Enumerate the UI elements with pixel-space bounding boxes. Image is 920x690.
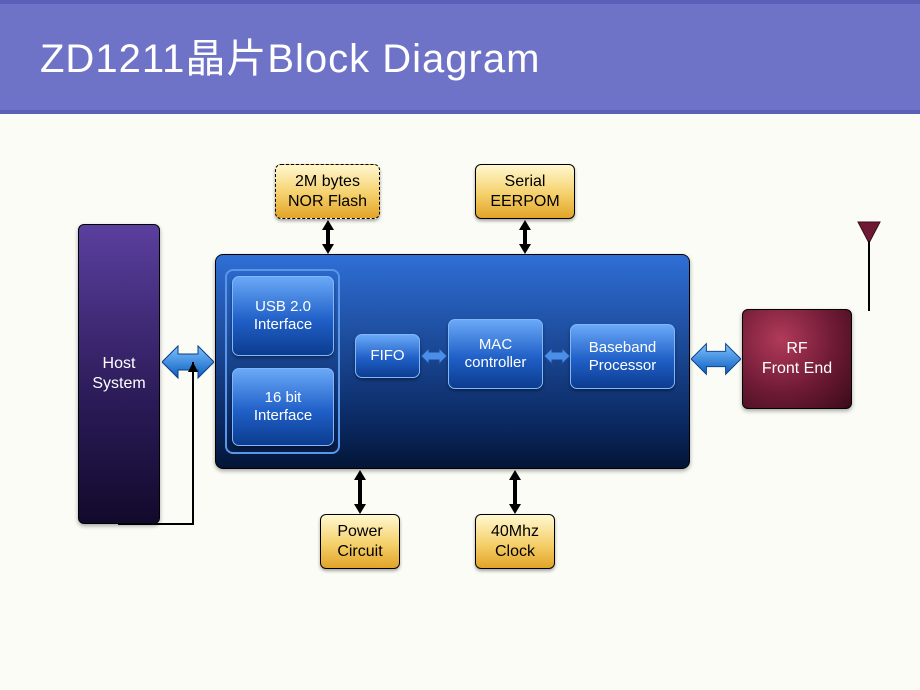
arrow-fifo-mac	[421, 346, 447, 366]
block-power-circuit: PowerCircuit	[320, 514, 400, 569]
slide-title: ZD1211晶片Block Diagram	[0, 0, 920, 114]
diagram-canvas: HostSystem USB 2.0Interface 16 bitInterf…	[0, 114, 920, 674]
arrow-chip-rf	[691, 339, 741, 379]
block-nor-flash: 2M bytesNOR Flash	[275, 164, 380, 219]
block-baseband-processor: BasebandProcessor	[570, 324, 675, 389]
arrow-power-chip	[352, 470, 368, 514]
arrow-eeprom-chip	[517, 220, 533, 254]
block-rf-front-end: RFFront End	[742, 309, 852, 409]
block-serial-eeprom: SerialEERPOM	[475, 164, 575, 219]
block-16bit-interface: 16 bitInterface	[232, 368, 334, 446]
block-40mhz-clock: 40MhzClock	[475, 514, 555, 569]
block-fifo: FIFO	[355, 334, 420, 378]
arrow-mac-baseband	[544, 346, 570, 366]
arrow-clock-chip	[507, 470, 523, 514]
line-host-bottom-chip	[118, 362, 228, 562]
antenna-icon	[855, 219, 885, 319]
block-usb-interface: USB 2.0Interface	[232, 276, 334, 356]
block-mac-controller: MACcontroller	[448, 319, 543, 389]
arrow-nor-chip	[320, 220, 336, 254]
